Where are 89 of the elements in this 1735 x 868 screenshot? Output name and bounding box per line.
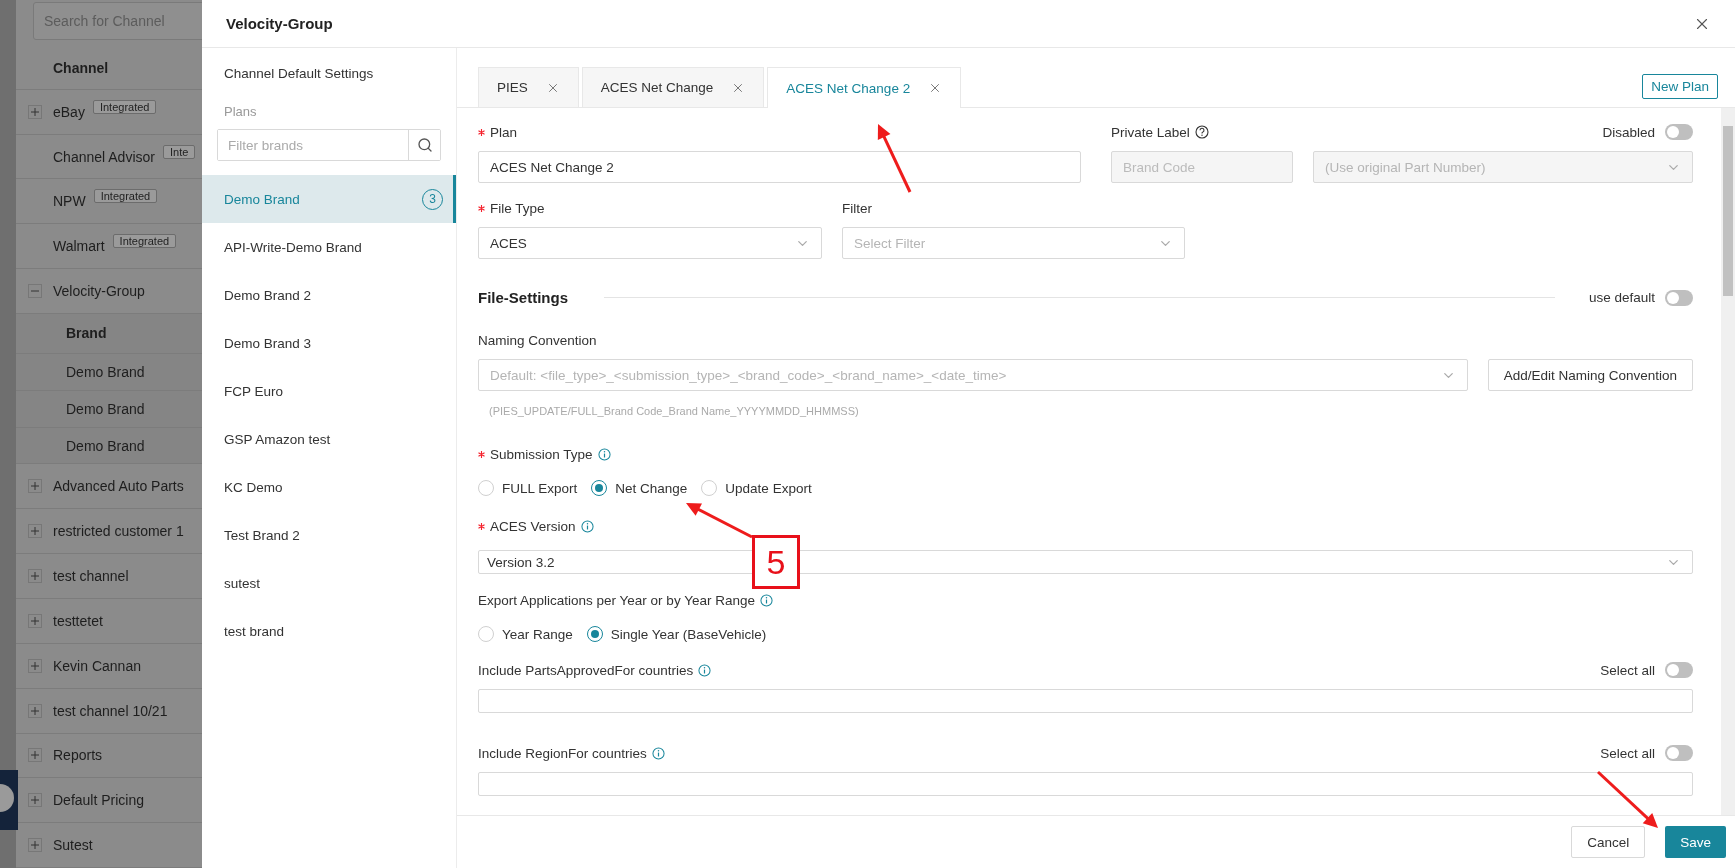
drawer-title: Velocity-Group [226, 15, 333, 32]
info-icon[interactable] [698, 663, 712, 677]
expand-icon[interactable] [28, 658, 42, 673]
channel-name[interactable]: Sutest [53, 837, 93, 854]
field-label: Naming Convention [478, 332, 597, 348]
expand-icon[interactable] [28, 703, 42, 718]
channel-name[interactable]: Velocity-Group [53, 283, 145, 300]
brand-name[interactable]: Demo Brand [66, 400, 145, 417]
switch-label: Select all [1600, 745, 1655, 761]
status-badge: Integrated [92, 99, 157, 114]
channel-name[interactable]: Kevin Cannan [53, 657, 141, 674]
section-label: Plans [223, 104, 258, 119]
new-plan-button[interactable]: New Plan [1642, 74, 1718, 99]
radio-option[interactable]: Update Export [701, 480, 812, 496]
save-button[interactable]: Save [1665, 826, 1726, 858]
channel-name[interactable]: Channel Advisor [53, 148, 155, 165]
naming-convention-button[interactable]: Add/Edit Naming Convention [1487, 359, 1693, 391]
countries-input[interactable] [478, 689, 1693, 713]
channel-name[interactable]: test channel [53, 568, 129, 585]
radio-option[interactable]: Single Year (BaseVehicle) [586, 626, 767, 642]
radio-option[interactable]: FULL Export [478, 480, 578, 496]
radio-option[interactable]: Net Change [591, 480, 688, 496]
channel-name[interactable]: restricted customer 1 [53, 523, 184, 540]
field-label: Include RegionFor countries [478, 745, 647, 761]
channel-name[interactable]: Advanced Auto Parts [53, 478, 184, 495]
field-label: Private Label [1111, 124, 1190, 140]
field-label: Export Applications per Year or by Year Range [478, 592, 755, 608]
column-header: Brand [66, 325, 107, 342]
channel-name[interactable]: eBay [53, 103, 85, 120]
switch-label: Disabled [1602, 124, 1655, 140]
search-icon[interactable] [408, 130, 440, 160]
tab[interactable]: ACES Net Change 2 [767, 67, 962, 108]
field-label: ACES Version [490, 518, 576, 534]
scrollbar[interactable] [1721, 108, 1735, 815]
tab[interactable]: ACES Net Change [581, 67, 765, 107]
field-label: File Type [490, 200, 545, 216]
settings-link[interactable]: Channel Default Settings [202, 58, 456, 88]
cancel-button[interactable]: Cancel [1571, 826, 1646, 858]
switch-label: use default [1588, 290, 1655, 305]
channel-name[interactable]: Default Pricing [53, 792, 145, 809]
channel-name[interactable]: Reports [53, 747, 103, 764]
channel-name[interactable]: Walmart [53, 238, 105, 255]
info-icon[interactable] [580, 519, 594, 533]
expand-icon[interactable] [28, 569, 42, 584]
scrollbar[interactable] [0, 0, 16, 868]
expand-icon[interactable] [28, 748, 42, 763]
toggle-switch[interactable] [1665, 745, 1693, 761]
toggle-switch[interactable] [1665, 662, 1693, 678]
status-badge: Inte [162, 144, 196, 159]
expand-icon[interactable] [28, 793, 42, 808]
countries-input[interactable] [478, 772, 1693, 796]
expand-icon[interactable] [28, 479, 42, 494]
annotation-arrow [1596, 770, 1658, 828]
brand-name[interactable]: Demo Brand [66, 437, 145, 454]
channel-name[interactable]: NPW [53, 193, 86, 210]
filter-field[interactable]: Filter brands [217, 129, 441, 161]
status-badge: Integrated [112, 234, 177, 249]
field-label: Include PartsApprovedFor countries [478, 662, 694, 678]
field-label: Filter [842, 200, 872, 216]
info-icon[interactable] [597, 447, 611, 461]
plan-item[interactable]: Demo Brand 3 [202, 175, 456, 223]
radio-option[interactable]: Year Range [478, 626, 573, 642]
field-label: Submission Type [490, 446, 593, 462]
info-icon[interactable] [759, 593, 773, 607]
field-label: Plan [490, 124, 518, 140]
switch-label: Select all [1600, 662, 1655, 678]
help-icon[interactable] [1194, 125, 1209, 139]
annotation-arrow [877, 124, 912, 193]
expand-icon[interactable] [28, 838, 42, 853]
file-type-select[interactable]: ACES [478, 227, 822, 259]
annotation-label: 5 [752, 535, 800, 589]
tab[interactable]: PIES [478, 67, 579, 107]
toggle-switch[interactable] [1665, 124, 1693, 140]
expand-icon[interactable] [28, 524, 42, 539]
collapse-icon[interactable] [28, 284, 42, 299]
toggle-switch[interactable] [1665, 289, 1693, 306]
annotation-arrow [686, 503, 753, 539]
channel-name[interactable]: testtetet [53, 612, 103, 629]
expand-icon[interactable] [28, 104, 42, 119]
status-badge: Integrated [93, 189, 158, 204]
chat-widget-icon[interactable] [0, 770, 18, 830]
hint-text: (PIES_UPDATE/FULL_Brand Code_Brand Name_YYYYMMDD_HHMMSS) [489, 405, 860, 417]
section-title: File-Settings [478, 289, 568, 306]
plan-input[interactable]: ACES Net Change 2 [478, 151, 1081, 183]
info-icon[interactable] [651, 746, 665, 760]
brand-name[interactable]: Demo Brand [66, 363, 145, 380]
channel-name[interactable]: test channel 10/21 [53, 702, 168, 719]
column-header: Channel [53, 60, 109, 77]
expand-icon[interactable] [28, 613, 42, 628]
